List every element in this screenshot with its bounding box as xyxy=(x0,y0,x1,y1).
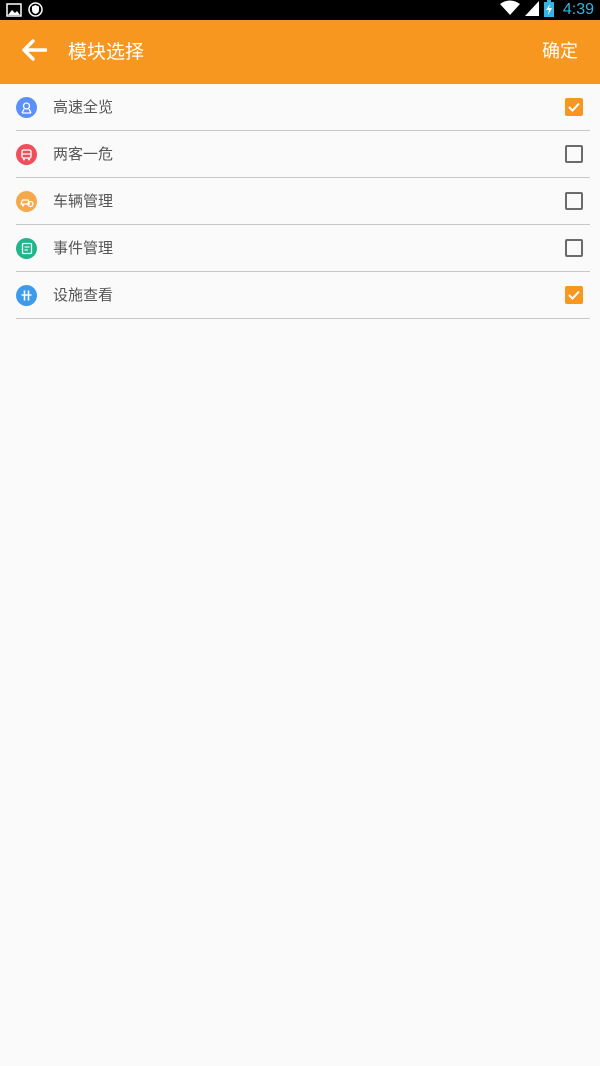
back-button[interactable] xyxy=(14,34,54,70)
module-label: 两客一危 xyxy=(53,145,114,163)
module-checkbox[interactable] xyxy=(565,192,583,210)
module-label: 设施查看 xyxy=(53,286,114,304)
shield-icon xyxy=(28,2,43,21)
status-left-icons xyxy=(6,2,43,21)
module-item-event-management[interactable]: 事件管理 xyxy=(16,225,590,272)
document-icon xyxy=(16,238,37,259)
page-title: 模块选择 xyxy=(68,41,145,63)
module-checkbox[interactable] xyxy=(565,286,583,304)
module-label: 车辆管理 xyxy=(53,192,114,210)
signal-icon xyxy=(524,0,539,20)
wifi-icon xyxy=(499,0,520,20)
module-item-highway-overview[interactable]: 高速全览 xyxy=(16,84,590,131)
map-pin-icon xyxy=(16,97,37,118)
module-checkbox[interactable] xyxy=(565,239,583,257)
app-bar: 模块选择 确定 xyxy=(0,20,600,84)
status-right-icons: 4:39 xyxy=(499,0,594,21)
module-label: 事件管理 xyxy=(53,239,114,257)
image-icon xyxy=(6,2,22,21)
module-label: 高速全览 xyxy=(53,98,114,116)
status-time: 4:39 xyxy=(562,1,594,18)
module-checkbox[interactable] xyxy=(565,98,583,116)
battery-charging-icon xyxy=(543,0,554,21)
module-list: 高速全览 两客一危 车辆管理 事件管理 设施查看 xyxy=(16,84,590,319)
facility-icon xyxy=(16,285,37,306)
car-settings-icon xyxy=(16,191,37,212)
bus-icon xyxy=(16,144,37,165)
status-bar: 4:39 xyxy=(0,0,600,20)
module-item-vehicle-management[interactable]: 车辆管理 xyxy=(16,178,590,225)
arrow-back-icon xyxy=(21,39,48,65)
confirm-button[interactable]: 确定 xyxy=(542,20,578,84)
module-checkbox[interactable] xyxy=(565,145,583,163)
module-item-facility-view[interactable]: 设施查看 xyxy=(16,272,590,319)
module-item-passenger-hazmat[interactable]: 两客一危 xyxy=(16,131,590,178)
